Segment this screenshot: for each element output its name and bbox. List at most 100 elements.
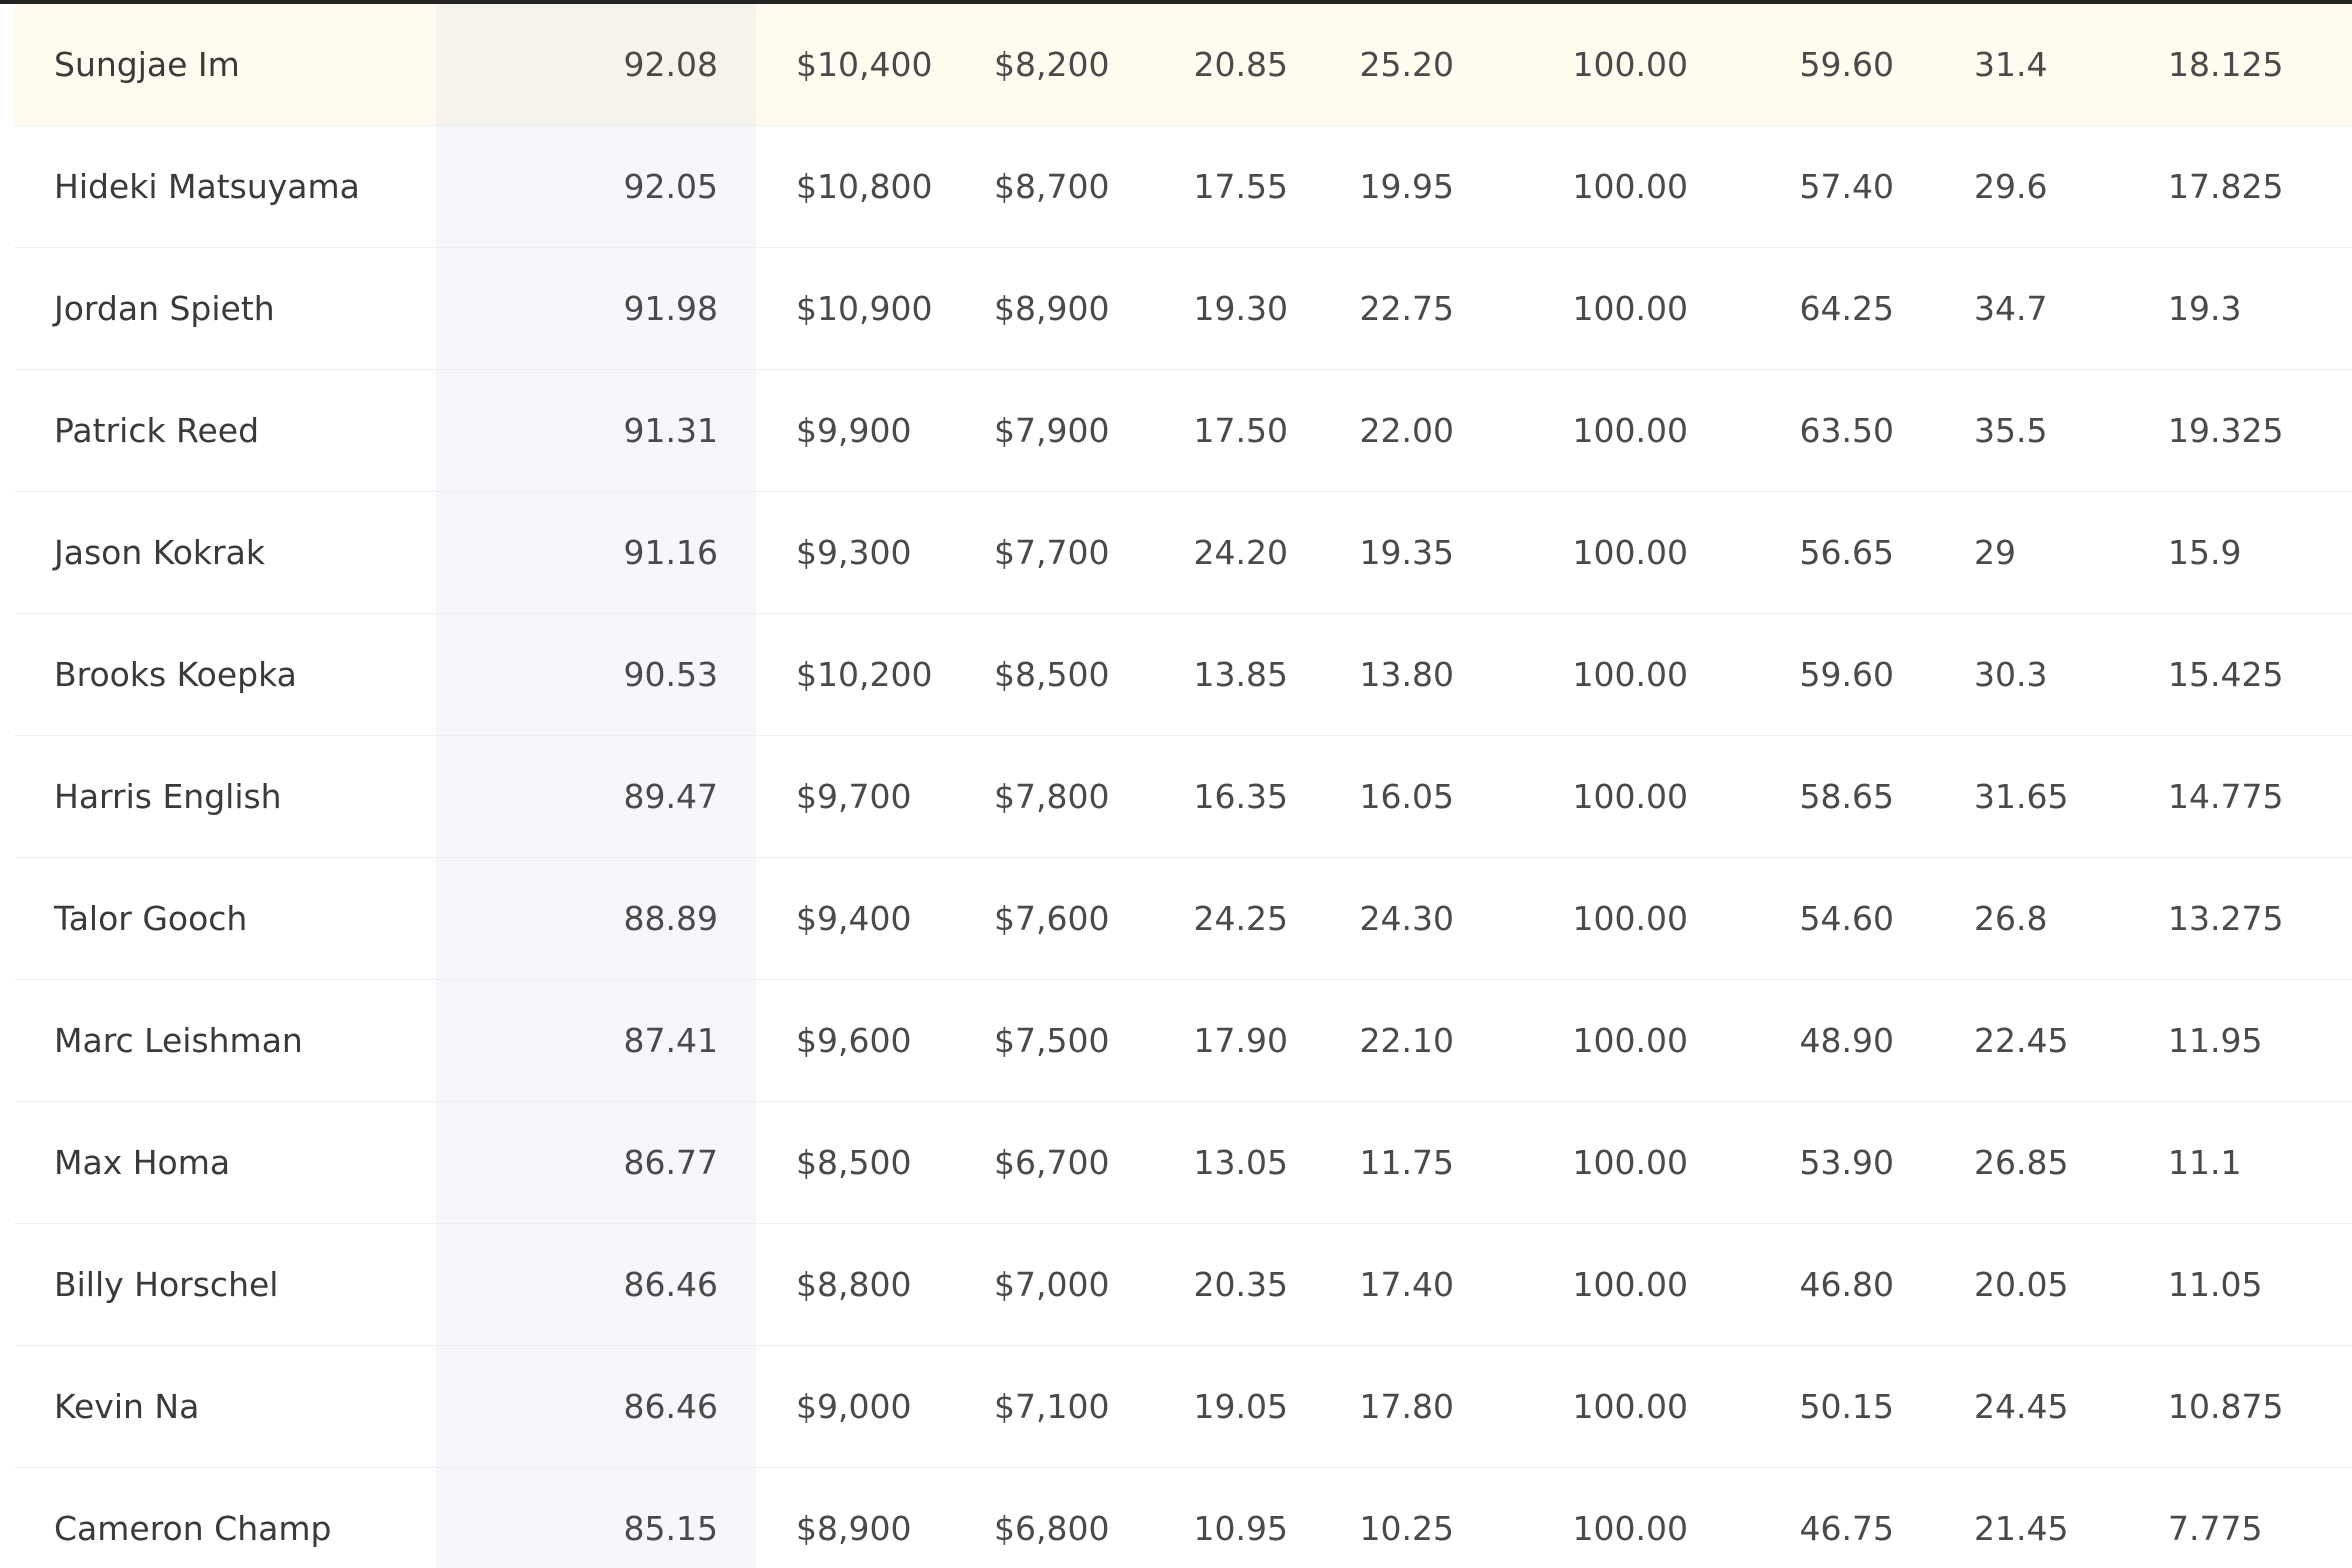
stat-cell-5: 29.6 <box>1974 167 2048 206</box>
stat-cell-3: 100.00 <box>1572 899 1688 938</box>
table-row[interactable]: Patrick Reed 91.31 $9,900 $7,900 17.50 22.00 1… <box>14 370 2352 492</box>
stat-cell-1: 16.35 <box>1193 777 1288 816</box>
projection-cell: 92.08 <box>623 45 718 84</box>
table-row[interactable]: Marc Leishman 87.41 $9,600 $7,500 17.90 22.10… <box>14 980 2352 1102</box>
stat-cell-2: 22.10 <box>1359 1021 1454 1060</box>
stat-cell-3: 100.00 <box>1572 1021 1688 1060</box>
table-row[interactable]: Jordan Spieth 91.98 $10,900 $8,900 19.30 22.7… <box>14 248 2352 370</box>
stat-cell-1: 24.20 <box>1193 533 1288 572</box>
table-row[interactable]: Jason Kokrak 91.16 $9,300 $7,700 24.20 19.35 1… <box>14 492 2352 614</box>
salary-cell: $9,900 <box>796 411 912 450</box>
stat-cell-3: 100.00 <box>1572 777 1688 816</box>
projection-cell: 90.53 <box>623 655 718 694</box>
stat-cell-4: 46.75 <box>1799 1509 1894 1548</box>
table-row[interactable]: Brooks Koepka 90.53 $10,200 $8,500 13.85 13.8… <box>14 614 2352 736</box>
player-name-cell: Talor Gooch <box>54 899 248 938</box>
stat-cell-4: 46.80 <box>1799 1265 1894 1304</box>
stat-cell-2: 24.30 <box>1359 899 1454 938</box>
stat-cell-4: 56.65 <box>1799 533 1894 572</box>
stat-cell-4: 57.40 <box>1799 167 1894 206</box>
stat-cell-2: 11.75 <box>1359 1143 1454 1182</box>
player-name-cell: Marc Leishman <box>54 1021 303 1060</box>
stat-cell-2: 25.20 <box>1359 45 1454 84</box>
player-name-cell: Billy Horschel <box>54 1265 279 1304</box>
table-row[interactable]: Sungjae Im 92.08 $10,400 $8,200 20.85 25.20 10… <box>14 4 2352 126</box>
stat-cell-6: 18.125 <box>2168 45 2284 84</box>
stat-cell-2: 13.80 <box>1359 655 1454 694</box>
stat-cell-2: 10.25 <box>1359 1509 1454 1548</box>
projection-cell: 89.47 <box>623 777 718 816</box>
stat-cell-5: 22.45 <box>1974 1021 2069 1060</box>
salary-cell: $8,500 <box>796 1143 912 1182</box>
projection-cell: 86.46 <box>623 1265 718 1304</box>
salary-cell: $9,300 <box>796 533 912 572</box>
stat-cell-2: 16.05 <box>1359 777 1454 816</box>
stat-cell-6: 19.3 <box>2168 289 2242 328</box>
stat-cell-5: 20.05 <box>1974 1265 2069 1304</box>
player-name-cell: Jason Kokrak <box>54 533 265 572</box>
salary-cell: $8,900 <box>796 1509 912 1548</box>
salary-cell: $9,600 <box>796 1021 912 1060</box>
stat-cell-3: 100.00 <box>1572 1265 1688 1304</box>
stat-cell-5: 31.65 <box>1974 777 2069 816</box>
player-name-cell: Brooks Koepka <box>54 655 297 694</box>
projection-cell: 91.16 <box>623 533 718 572</box>
table-row[interactable]: Kevin Na 86.46 $9,000 $7,100 19.05 17.80 100.0… <box>14 1346 2352 1468</box>
stat-cell-1: 17.50 <box>1193 411 1288 450</box>
table-row[interactable]: Billy Horschel 86.46 $8,800 $7,000 20.35 17.4… <box>14 1224 2352 1346</box>
stat-cell-3: 100.00 <box>1572 45 1688 84</box>
stat-cell-2: 19.35 <box>1359 533 1454 572</box>
salary-cell: $9,000 <box>796 1387 912 1426</box>
projection-cell: 88.89 <box>623 899 718 938</box>
stat-cell-5: 31.4 <box>1974 45 2048 84</box>
table-row[interactable]: Cameron Champ 85.15 $8,900 $6,800 10.95 10.25… <box>14 1468 2352 1568</box>
projection-cell: 85.15 <box>623 1509 718 1548</box>
stat-cell-1: 17.90 <box>1193 1021 1288 1060</box>
player-projections-table: Sungjae Im 92.08 $10,400 $8,200 20.85 25.20 10… <box>14 4 2352 1568</box>
stat-cell-5: 35.5 <box>1974 411 2048 450</box>
stat-cell-1: 17.55 <box>1193 167 1288 206</box>
table-row[interactable]: Talor Gooch 88.89 $9,400 $7,600 24.25 24.30 10… <box>14 858 2352 980</box>
stat-cell-6: 15.9 <box>2168 533 2242 572</box>
stat-cell-4: 63.50 <box>1799 411 1894 450</box>
stat-cell-6: 15.425 <box>2168 655 2284 694</box>
projection-cell: 86.46 <box>623 1387 718 1426</box>
stat-cell-6: 10.875 <box>2168 1387 2284 1426</box>
stat-cell-6: 11.1 <box>2168 1143 2242 1182</box>
stat-cell-1: 10.95 <box>1193 1509 1288 1548</box>
projection-cell: 87.41 <box>623 1021 718 1060</box>
table-row[interactable]: Hideki Matsuyama 92.05 $10,800 $8,700 17.55 1… <box>14 126 2352 248</box>
stat-cell-6: 7.775 <box>2168 1509 2263 1548</box>
stat-cell-3: 100.00 <box>1572 533 1688 572</box>
projection-cell: 91.31 <box>623 411 718 450</box>
player-name-cell: Max Homa <box>54 1143 231 1182</box>
stat-cell-1: 19.30 <box>1193 289 1288 328</box>
player-name-cell: Cameron Champ <box>54 1509 332 1548</box>
salary-cell: $8,800 <box>796 1265 912 1304</box>
stat-cell-5: 24.45 <box>1974 1387 2069 1426</box>
player-name-cell: Kevin Na <box>54 1387 200 1426</box>
table-row[interactable]: Harris English 89.47 $9,700 $7,800 16.35 16.0… <box>14 736 2352 858</box>
player-name-cell: Harris English <box>54 777 282 816</box>
salary-cell: $10,200 <box>796 655 933 694</box>
stat-cell-1: 20.35 <box>1193 1265 1288 1304</box>
salary-cell: $10,900 <box>796 289 933 328</box>
table-row[interactable]: Max Homa 86.77 $8,500 $6,700 13.05 11.75 100.0… <box>14 1102 2352 1224</box>
stat-cell-3: 100.00 <box>1572 1143 1688 1182</box>
stat-cell-2: 17.40 <box>1359 1265 1454 1304</box>
stat-cell-5: 26.8 <box>1974 899 2048 938</box>
stat-cell-2: 22.75 <box>1359 289 1454 328</box>
stat-cell-6: 19.325 <box>2168 411 2284 450</box>
stat-cell-3: 100.00 <box>1572 655 1688 694</box>
stat-cell-6: 14.775 <box>2168 777 2284 816</box>
stat-cell-6: 13.275 <box>2168 899 2284 938</box>
projection-cell: 91.98 <box>623 289 718 328</box>
stat-cell-3: 100.00 <box>1572 167 1688 206</box>
stat-cell-3: 100.00 <box>1572 1509 1688 1548</box>
player-name-cell: Hideki Matsuyama <box>54 167 360 206</box>
stat-cell-1: 13.85 <box>1193 655 1288 694</box>
salary-cell: $10,400 <box>796 45 933 84</box>
salary-cell: $9,400 <box>796 899 912 938</box>
stat-cell-2: 19.95 <box>1359 167 1454 206</box>
stat-cell-4: 48.90 <box>1799 1021 1894 1060</box>
